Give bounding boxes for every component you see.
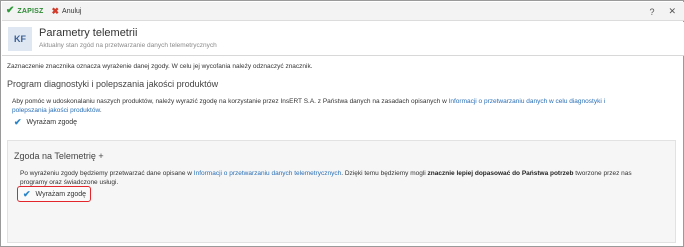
info-text: Zaznaczenie znacznika oznacza wyrażenie …	[7, 63, 313, 70]
window-controls: ? ✕	[649, 2, 676, 21]
save-label: ZAPISZ	[17, 7, 44, 15]
diagnostics-text-before: Aby pomóc w udoskonalaniu naszych produk…	[12, 98, 449, 105]
diagnostics-consent-checkbox[interactable]: ✔ Wyrażam zgodę	[14, 117, 77, 128]
telemetry-info-link[interactable]: Informacji o przetwarzaniu danych teleme…	[194, 170, 341, 177]
checkmark-icon: ✔	[23, 188, 31, 199]
section-telemetry-description: Po wyrażeniu zgody będziemy przetwarzać …	[20, 169, 635, 187]
section-diagnostics-title: Program diagnostyki i polepszania jakośc…	[7, 79, 219, 89]
cancel-button[interactable]: ✖ Anuluj	[47, 2, 85, 21]
page-header: KF Parametry telemetrii Aktualny stan zg…	[2, 22, 684, 56]
section-diagnostics-description: Aby pomóc w udoskonalaniu naszych produk…	[12, 97, 637, 115]
page-subtitle: Aktualny stan zgód na przetwarzanie dany…	[39, 42, 217, 49]
telemetry-text-bold: znacznie lepiej dopasować do Państwa pot…	[427, 170, 574, 177]
close-button[interactable]: ✕	[668, 6, 676, 17]
diagnostics-text-after: .	[99, 107, 102, 114]
telemetry-consent-label: Wyrażam zgodę	[35, 190, 87, 198]
help-button[interactable]: ?	[649, 7, 654, 17]
telemetry-text-middle: . Dzięki temu będziemy mogli	[341, 170, 428, 177]
cancel-label: Anuluj	[62, 7, 82, 15]
save-button[interactable]: ✔ ZAPISZ	[2, 2, 47, 21]
checkmark-icon: ✔	[6, 5, 15, 16]
page-title: Parametry telemetrii	[39, 27, 138, 39]
diagnostics-consent-label: Wyrażam zgodę	[26, 119, 78, 126]
module-badge: KF	[8, 27, 32, 51]
toolbar: ✔ ZAPISZ ✖ Anuluj ? ✕	[2, 2, 684, 21]
telemetry-consent-checkbox[interactable]: ✔ Wyrażam zgodę	[17, 186, 91, 202]
telemetry-text-before: Po wyrażeniu zgody będziemy przetwarzać …	[20, 170, 194, 177]
checkmark-icon: ✔	[14, 117, 22, 127]
window-frame: ✔ ZAPISZ ✖ Anuluj ? ✕ KF Parametry telem…	[0, 0, 684, 247]
section-telemetry-title: Zgoda na Telemetrię +	[14, 151, 104, 161]
telemetry-panel	[7, 140, 676, 243]
x-icon: ✖	[51, 5, 60, 16]
